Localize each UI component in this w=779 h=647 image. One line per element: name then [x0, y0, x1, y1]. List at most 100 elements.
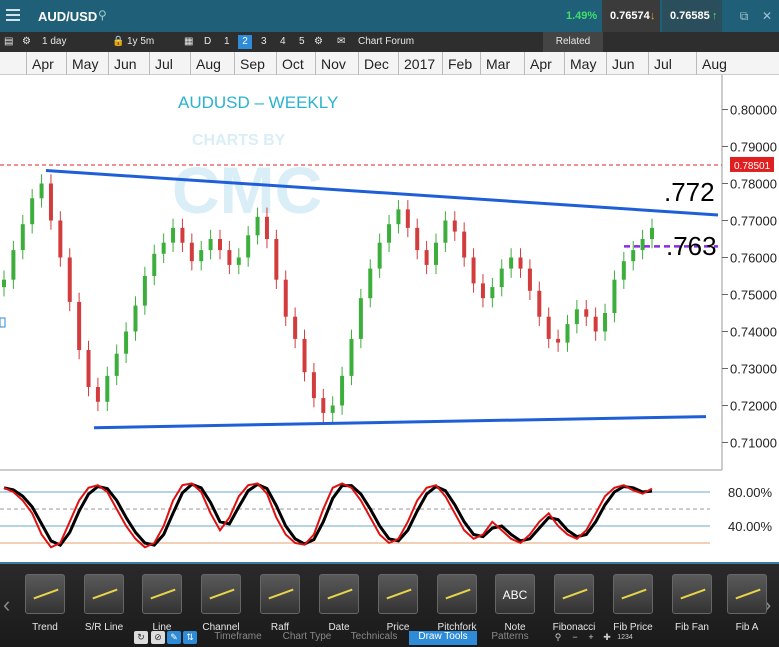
calendar-icon[interactable]: ▦ — [184, 36, 193, 47]
candle-body — [405, 209, 410, 228]
candle-body — [302, 338, 307, 373]
candle-body — [105, 375, 110, 402]
range-selector[interactable]: 1y 5m — [127, 36, 154, 47]
reset-icon[interactable]: ↻ — [134, 631, 148, 644]
candle-body — [387, 224, 392, 243]
candle-body — [358, 298, 363, 339]
zoom-icon[interactable]: ⚲ — [551, 631, 565, 644]
crosshair-icon[interactable]: ✚ — [600, 631, 614, 644]
candle-body — [574, 309, 579, 325]
candle-body — [537, 290, 542, 317]
raff-tool-icon — [260, 574, 300, 614]
close-icon[interactable]: ✕ — [760, 9, 774, 23]
tool-fib-a[interactable]: Fib A — [718, 574, 776, 633]
tab-patterns[interactable]: Patterns — [479, 631, 541, 645]
buy-price-button[interactable]: 0.76585 ↑ — [662, 0, 722, 32]
tab-timeframe[interactable]: Timeframe — [208, 631, 268, 645]
candle-body — [114, 353, 119, 376]
candle-body — [556, 338, 561, 343]
zoom-in-icon[interactable]: + — [584, 631, 598, 644]
chart-canvas[interactable]: CHARTS BY CMC AUDUSD – WEEKLY 0.80000 0.7… — [0, 75, 779, 565]
tool-date[interactable]: Date — [310, 574, 368, 633]
candle-body — [39, 183, 44, 199]
candle-body — [180, 227, 185, 243]
candle-body — [11, 250, 16, 280]
tool-line[interactable]: Line — [133, 574, 191, 633]
sell-price-button[interactable]: 0.76574 ↓ — [602, 0, 660, 32]
tool-fibonacci[interactable]: Fibonacci — [545, 574, 603, 633]
settings-gear-icon[interactable]: ⚙ — [22, 36, 31, 47]
pencil-icon[interactable]: ✎ — [167, 631, 181, 644]
candle-body — [593, 316, 598, 332]
month-tick — [398, 52, 399, 75]
data-values-icon[interactable]: 1234 — [616, 631, 634, 644]
chart-forum-link[interactable]: Chart Forum — [358, 36, 414, 47]
candle-body — [499, 268, 504, 288]
tool-channel[interactable]: Channel — [192, 574, 250, 633]
no-entry-icon[interactable]: ⊘ — [151, 631, 165, 644]
tab-technicals[interactable]: Technicals — [344, 631, 404, 645]
related-button[interactable]: Related — [543, 32, 603, 52]
period-3-button[interactable]: 3 — [261, 36, 267, 47]
month-label: May — [72, 56, 99, 72]
tool-pitchfork[interactable]: Pitchfork — [428, 574, 486, 633]
tool-fib-fan[interactable]: Fib Fan — [663, 574, 721, 633]
instrument-symbol[interactable]: AUD/USD — [38, 9, 97, 24]
scroll-left-icon[interactable]: ‹ — [3, 592, 10, 618]
hamburger-menu-icon[interactable] — [6, 9, 20, 21]
chart-settings-gear-icon[interactable]: ⚙ — [314, 36, 323, 47]
tab-chart-type[interactable]: Chart Type — [276, 631, 338, 645]
month-label: Sep — [240, 56, 265, 72]
period-4-button[interactable]: 4 — [280, 36, 286, 47]
candle-body — [236, 257, 241, 265]
tool-note[interactable]: ABC Note — [486, 574, 544, 633]
channel-tool-icon — [201, 574, 241, 614]
period-1-button[interactable]: 1 — [224, 36, 230, 47]
tab-draw-tools[interactable]: Draw Tools — [409, 631, 477, 645]
watermark-text: CHARTS BY — [192, 132, 286, 149]
tool-glyph — [209, 588, 235, 600]
month-label: Aug — [702, 56, 727, 72]
date-tool-icon — [319, 574, 359, 614]
tool-trend[interactable]: Trend — [16, 574, 74, 633]
chat-icon[interactable]: ✉ — [337, 36, 345, 47]
popout-icon[interactable]: ⧉ — [737, 9, 751, 23]
month-tick — [26, 52, 27, 75]
timeframe-selector[interactable]: 1 day — [42, 36, 66, 47]
tool-s-r-line[interactable]: S/R Line — [75, 574, 133, 633]
candle-body — [283, 279, 288, 317]
month-tick — [149, 52, 150, 75]
candle-body — [274, 239, 279, 280]
search-icon[interactable]: ⚲ — [98, 8, 107, 22]
candle-body — [208, 239, 213, 251]
tool-raff[interactable]: Raff — [251, 574, 309, 633]
price-chart[interactable]: CHARTS BY CMC AUDUSD – WEEKLY 0.80000 0.7… — [0, 75, 779, 565]
candle-body — [246, 235, 251, 258]
y-axis-label: 0.74000 — [730, 325, 777, 340]
month-tick — [108, 52, 109, 75]
candle-body — [133, 305, 138, 332]
month-label: Apr — [32, 56, 54, 72]
candle-body — [161, 242, 166, 254]
candle-body — [255, 216, 260, 236]
sort-icon[interactable]: ⇅ — [183, 631, 197, 644]
candle-body — [152, 253, 157, 276]
candle-body — [621, 261, 626, 280]
period-d-button[interactable]: D — [204, 36, 211, 47]
candle-body — [509, 257, 514, 269]
layout-icon[interactable]: ▤ — [4, 36, 13, 47]
zoom-out-icon[interactable]: − — [568, 631, 582, 644]
tool-price[interactable]: Price — [369, 574, 427, 633]
candle-body — [142, 276, 147, 306]
tool-fib-price[interactable]: Fib Price — [604, 574, 662, 633]
chart-window: AUD/USD ⚲ 1.49% 0.76574 ↓ 0.76585 ↑ ⧉ ✕ … — [0, 0, 779, 647]
candle-body — [640, 239, 645, 251]
month-tick — [606, 52, 607, 75]
month-label: Mar — [486, 56, 511, 72]
lock-icon[interactable]: 🔒 — [112, 36, 124, 47]
period-5-button[interactable]: 5 — [299, 36, 305, 47]
period-2-button[interactable]: 2 — [238, 35, 252, 49]
price-tool-icon — [378, 574, 418, 614]
tool-glyph — [680, 588, 706, 600]
month-tick — [564, 52, 565, 75]
